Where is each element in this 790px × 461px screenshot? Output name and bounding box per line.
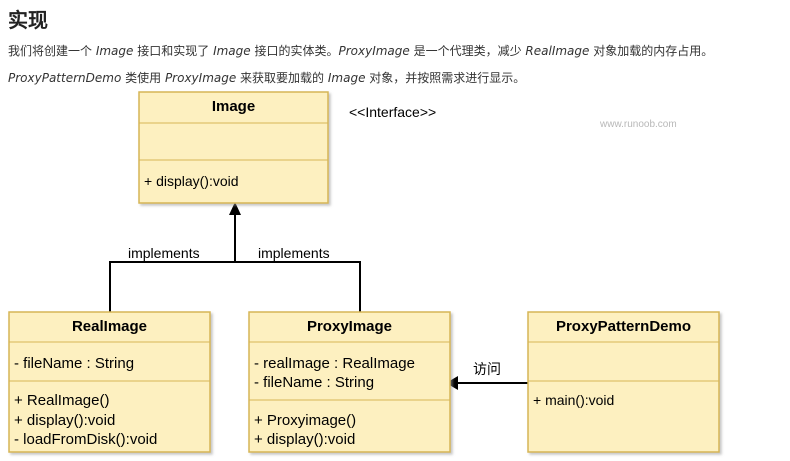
- implements-connector: [109, 261, 361, 312]
- implements-arrowhead: [229, 202, 241, 215]
- implements-label-left: implements: [128, 245, 200, 261]
- uml-class-diagram: www.runoob.com <<Interface>> implements …: [8, 91, 720, 453]
- class-proxypatterndemo-method: + main():void: [533, 392, 614, 408]
- class-image: Image + display():void: [138, 91, 329, 204]
- class-proxyimage-attribute: - fileName : String: [254, 374, 374, 391]
- class-realimage-attribute: - fileName : String: [14, 355, 134, 372]
- class-realimage-method: - loadFromDisk():void: [14, 431, 157, 448]
- class-proxypatterndemo: ProxyPatternDemo + main():void: [527, 311, 720, 453]
- class-proxyimage-name: ProxyImage: [307, 318, 392, 335]
- class-image-method: + display():void: [144, 173, 239, 189]
- class-realimage-name: RealImage: [72, 318, 147, 335]
- interface-stereotype: <<Interface>>: [349, 104, 436, 120]
- class-proxyimage: ProxyImage - realImage : RealImage - fil…: [248, 311, 451, 453]
- class-proxyimage-method: + Proxyimage(): [254, 412, 356, 429]
- class-proxyimage-attribute: - realImage : RealImage: [254, 355, 415, 372]
- class-realimage: RealImage - fileName : String + RealImag…: [8, 311, 211, 453]
- class-proxyimage-method: + display():void: [254, 431, 355, 448]
- implements-label-right: implements: [258, 245, 330, 261]
- class-realimage-method: + display():void: [14, 412, 115, 429]
- class-proxypatterndemo-name: ProxyPatternDemo: [556, 318, 691, 335]
- class-realimage-method: + RealImage(): [14, 392, 109, 409]
- uses-label: 访问: [473, 362, 501, 378]
- watermark: www.runoob.com: [599, 119, 677, 130]
- class-image-name: Image: [212, 98, 255, 115]
